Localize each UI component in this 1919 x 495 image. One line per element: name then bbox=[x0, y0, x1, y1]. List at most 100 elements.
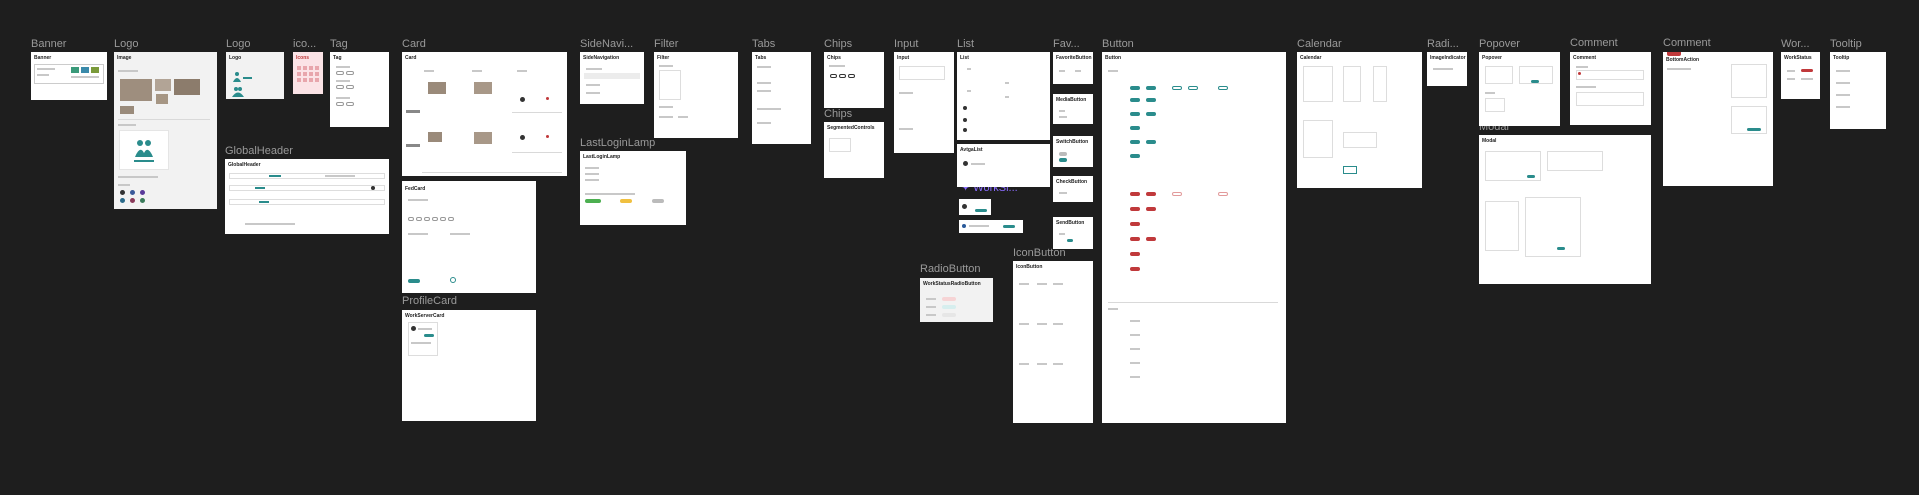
icon-cell bbox=[303, 72, 307, 76]
frame-icons[interactable]: Icons bbox=[293, 52, 323, 94]
frame-segmented[interactable]: SegmentedControls bbox=[824, 122, 884, 178]
text-line bbox=[1130, 334, 1140, 336]
text-line bbox=[1019, 283, 1029, 285]
brand-logo-icon bbox=[232, 87, 244, 97]
frame-sidenav[interactable]: SideNavigation bbox=[580, 52, 644, 104]
text-line bbox=[411, 342, 431, 344]
frame-globalheader[interactable]: GlobalHeader bbox=[225, 159, 389, 234]
frame-input[interactable]: Input bbox=[894, 52, 954, 153]
card-label bbox=[406, 110, 420, 113]
frame-imageindicator[interactable]: ImageIndicator bbox=[1427, 52, 1467, 86]
frame-filter[interactable]: Filter bbox=[654, 52, 738, 138]
button-pill-teal bbox=[1146, 140, 1156, 144]
frame-button[interactable]: Button bbox=[1102, 52, 1286, 423]
popover-preview bbox=[1485, 66, 1513, 84]
frame-profilecard[interactable]: WorkServerCard bbox=[402, 310, 536, 421]
frame-list[interactable]: List bbox=[957, 52, 1050, 140]
frame-comment[interactable]: Comment bbox=[1570, 52, 1651, 125]
frame-mediabutton[interactable]: MediaButton bbox=[1053, 94, 1093, 124]
button-pill-outline bbox=[1188, 86, 1198, 90]
date-range bbox=[1343, 132, 1377, 148]
text-line bbox=[1108, 70, 1118, 72]
text-line bbox=[408, 233, 428, 235]
frame-label-lastlogin: LastLoginLamp bbox=[580, 137, 656, 149]
frame-bottomaction[interactable]: BottomAction bbox=[1663, 52, 1773, 186]
frame-logo[interactable]: Image bbox=[114, 52, 217, 209]
frame-label-list: List bbox=[957, 38, 975, 50]
text-line bbox=[926, 298, 936, 300]
button-pill-teal bbox=[1146, 86, 1156, 90]
frame-label-icon: ico... bbox=[293, 38, 317, 50]
card-image bbox=[428, 132, 442, 142]
frame-radiobutton[interactable]: WorkStatusRadioButton bbox=[920, 278, 993, 322]
tag-chip bbox=[346, 85, 354, 89]
photo-image bbox=[155, 79, 171, 91]
radio-option bbox=[942, 313, 956, 317]
frame-title: Tabs bbox=[755, 55, 767, 61]
frame-lastlogin[interactable]: LastLoginLamp bbox=[580, 151, 686, 225]
frame-banner[interactable]: Banner bbox=[31, 52, 107, 100]
text-line bbox=[336, 66, 350, 68]
card-image bbox=[474, 132, 492, 144]
frame-label-tooltip: Tooltip bbox=[1830, 38, 1862, 50]
logo-mark bbox=[259, 201, 269, 203]
frame-checkbutton[interactable]: CheckButton bbox=[1053, 176, 1093, 202]
text-line bbox=[1059, 192, 1067, 194]
frame-favorite[interactable]: FavoriteButton bbox=[1053, 52, 1093, 84]
frame-fedcard[interactable]: FedCard bbox=[402, 181, 536, 293]
text-line bbox=[659, 65, 673, 67]
text-line bbox=[1037, 323, 1047, 325]
frame-worksi-1[interactable] bbox=[959, 199, 991, 215]
frame-label-comment: Comment bbox=[1570, 37, 1618, 49]
frame-card[interactable]: Card bbox=[402, 52, 567, 176]
frame-switchbutton[interactable]: SwitchButton bbox=[1053, 136, 1093, 167]
calendar-list bbox=[1343, 66, 1361, 102]
text-line bbox=[659, 106, 673, 108]
banner-image bbox=[71, 67, 79, 73]
frame-title: Logo bbox=[229, 55, 242, 61]
frame-sendbutton[interactable]: SendButton bbox=[1053, 217, 1093, 249]
calendar-grid bbox=[1303, 66, 1333, 102]
tag-chip bbox=[336, 102, 344, 106]
text-line bbox=[899, 92, 913, 94]
text-line bbox=[1037, 283, 1047, 285]
frame-iconbutton[interactable]: IconButton bbox=[1013, 261, 1093, 423]
frame-tag[interactable]: Tag bbox=[330, 52, 389, 127]
frame-label-popover: Popover bbox=[1479, 38, 1520, 50]
photo-image bbox=[120, 106, 134, 114]
text-line bbox=[118, 124, 136, 126]
frame-modal[interactable]: Modal bbox=[1479, 135, 1651, 284]
frame-label-radiobutton: RadioButton bbox=[920, 263, 981, 275]
primary-pill bbox=[1531, 80, 1539, 83]
text-line bbox=[517, 70, 527, 72]
filter-dropdown bbox=[659, 70, 681, 100]
frame-title: FavoriteButton bbox=[1056, 55, 1092, 61]
comment-input bbox=[1576, 70, 1644, 80]
text-line bbox=[472, 70, 482, 72]
frame-calendar[interactable]: Calendar bbox=[1297, 52, 1422, 188]
frame-avatarlist[interactable]: AvtgaList bbox=[957, 144, 1050, 187]
modal-preview bbox=[1485, 201, 1519, 251]
frame-tooltip[interactable]: Tooltip bbox=[1830, 52, 1886, 129]
text-line bbox=[1787, 78, 1795, 80]
frame-logo-2[interactable]: Logo bbox=[226, 52, 284, 99]
text-line bbox=[37, 68, 55, 70]
frame-tabs[interactable]: Tabs bbox=[752, 52, 811, 144]
frame-label-tabs: Tabs bbox=[752, 38, 776, 50]
text-line bbox=[336, 97, 350, 99]
button-pill-red bbox=[1146, 207, 1156, 211]
text-line bbox=[1059, 110, 1065, 112]
photo-image bbox=[174, 79, 200, 95]
frame-title: Tag bbox=[333, 55, 342, 61]
frame-workstatus[interactable]: WorkStatus bbox=[1781, 52, 1820, 99]
button-pill-red bbox=[1146, 237, 1156, 241]
text-line bbox=[1576, 86, 1596, 88]
divider bbox=[422, 172, 562, 173]
badge-icon bbox=[450, 277, 456, 283]
frame-title: GlobalHeader bbox=[228, 162, 261, 168]
button-pill-red bbox=[1130, 207, 1140, 211]
frame-popover[interactable]: Popover bbox=[1479, 52, 1560, 126]
frame-chips[interactable]: Chips bbox=[824, 52, 884, 108]
chip bbox=[848, 74, 855, 78]
frame-worksi-2[interactable] bbox=[959, 220, 1023, 233]
